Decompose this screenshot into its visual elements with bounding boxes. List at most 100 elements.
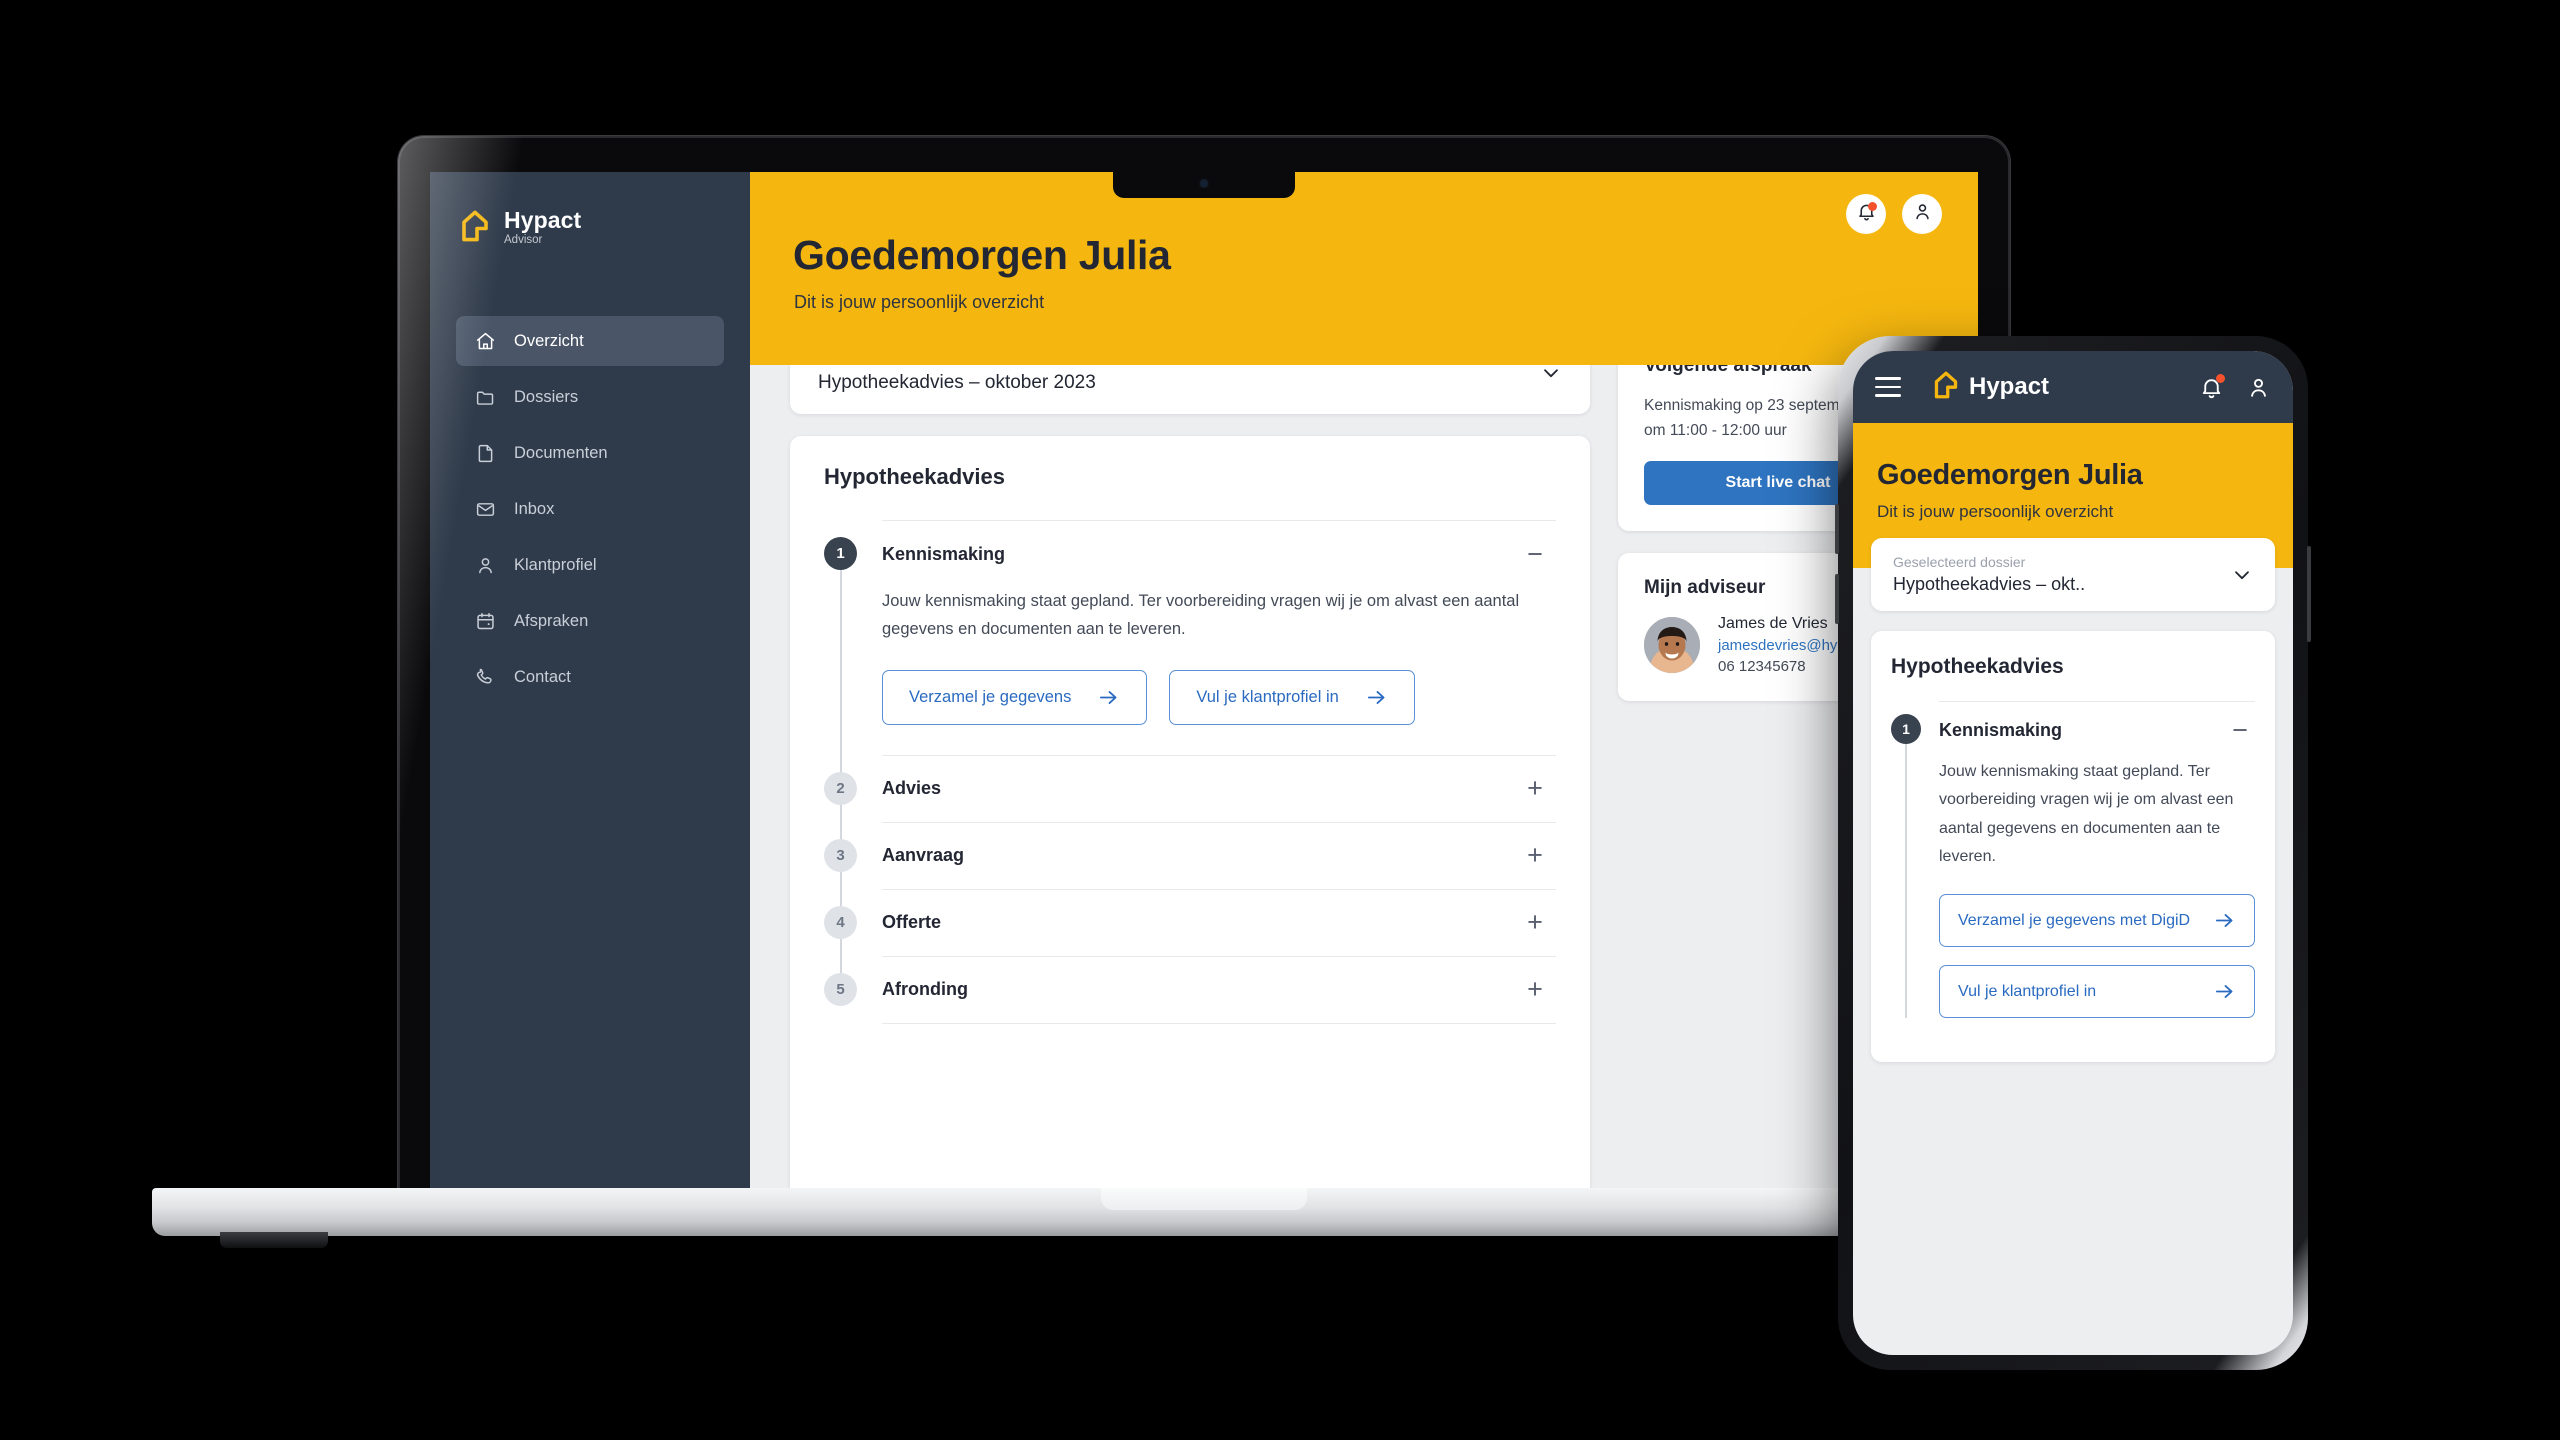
sidebar-item-dossiers[interactable]: Dossiers: [456, 372, 724, 422]
step-header[interactable]: Kennismaking −: [1939, 702, 2255, 758]
step-number-badge: 3: [824, 838, 857, 872]
collapse-toggle-icon[interactable]: −: [2229, 716, 2251, 744]
avatar: [1644, 617, 1700, 674]
sidebar-item-label: Klantprofiel: [514, 555, 597, 574]
mobile-steps-list: 1 Kennismaking − Jouw kennismaking staat…: [1891, 701, 2255, 1019]
step-header[interactable]: Advies +: [882, 756, 1556, 822]
document-icon: [474, 442, 496, 464]
step-number-badge: 5: [824, 972, 857, 1006]
sidebar-item-afspraken[interactable]: Afspraken: [456, 596, 724, 646]
page-title: Goedemorgen Julia: [793, 232, 1171, 278]
page-subtitle: Dit is jouw persoonlijk overzicht: [794, 292, 1045, 312]
mobile-topbar: Hypact: [1853, 351, 2293, 423]
step-header[interactable]: Offerte +: [882, 890, 1556, 956]
step-header[interactable]: Kennismaking −: [882, 521, 1556, 587]
profile-button[interactable]: [1902, 194, 1942, 234]
user-icon: [1912, 201, 1933, 227]
sidebar-item-klantprofiel[interactable]: Klantprofiel: [456, 540, 724, 590]
button-label: Vul je klantprofiel in: [1196, 687, 1339, 706]
home-icon: [474, 330, 496, 352]
notifications-button[interactable]: [1846, 194, 1886, 234]
expand-toggle-icon[interactable]: +: [1524, 842, 1546, 869]
button-label: Verzamel je gegevens: [909, 687, 1072, 706]
brand-logo[interactable]: Hypact Advisor: [460, 208, 724, 248]
sidebar-item-label: Overzicht: [514, 331, 584, 350]
mobile-page-title: Goedemorgen Julia: [1877, 459, 2143, 491]
step-item: 1 Kennismaking − Jouw kennismaking staat…: [824, 520, 1556, 755]
step-title: Advies: [882, 778, 942, 799]
phone-screen: Hypact Goedemorgen Julia Dit is jouw per…: [1853, 351, 2293, 1355]
mobile-advice-card: Hypotheekadvies 1 Kennismaking − Jouw ke…: [1871, 631, 2275, 1063]
sidebar-item-label: Dossiers: [514, 387, 579, 406]
sidebar-item-label: Contact: [514, 667, 571, 686]
mobile-brand-name: Hypact: [1969, 373, 2050, 400]
expand-toggle-icon[interactable]: +: [1524, 976, 1546, 1003]
step-actions: Verzamel je gegevens Vul je klantprofiel: [882, 669, 1536, 725]
dossier-value: Hypotheekadvies – oktober 2023: [818, 372, 1096, 393]
button-label: Vul je klantprofiel in: [1958, 983, 2097, 1001]
chevron-down-icon[interactable]: [2231, 564, 2253, 586]
mail-icon: [474, 498, 496, 520]
laptop-foot: [220, 1232, 328, 1248]
laptop-device: Hypact Advisor Overzicht Dossiers Docume…: [152, 136, 2256, 1248]
sidebar-item-overzicht[interactable]: Overzicht: [456, 316, 724, 367]
sidebar-item-contact[interactable]: Contact: [456, 652, 724, 702]
phone-volume-up-button[interactable]: [1835, 504, 1839, 554]
phone-volume-down-button[interactable]: [1835, 574, 1839, 624]
hamburger-menu-icon[interactable]: [1875, 374, 1901, 400]
phone-icon: [474, 666, 496, 688]
step-item: 1 Kennismaking − Jouw kennismaking staat…: [1891, 701, 2255, 1019]
step-item: 3 Aanvraag +: [824, 821, 1556, 889]
notification-badge-dot: [2216, 373, 2225, 383]
step-item: 5 Afronding +: [824, 955, 1556, 1024]
step-number-badge: 4: [824, 905, 857, 939]
mobile-dossier-selector[interactable]: Geselecteerd dossier Hypotheekadvies – o…: [1871, 538, 2275, 611]
main-content: Goedemorgen Julia Dit is jouw persoonlij…: [750, 172, 1978, 1198]
fill-profile-button[interactable]: Vul je klantprofiel in: [1169, 669, 1415, 725]
sidebar-item-documenten[interactable]: Documenten: [456, 428, 724, 478]
sidebar-item-label: Documenten: [514, 443, 608, 462]
house-logo-icon: [460, 209, 490, 248]
bell-icon[interactable]: [2199, 373, 2225, 400]
header-icon-group: [1846, 194, 1942, 234]
advice-title: Hypotheekadvies: [824, 464, 1005, 489]
folder-icon: [474, 386, 496, 408]
step-title: Afronding: [882, 979, 968, 1000]
collapse-toggle-icon[interactable]: −: [1524, 540, 1546, 568]
dossier-value: Hypotheekadvies – okt..: [1893, 574, 2086, 594]
collect-data-button[interactable]: Verzamel je gegevens: [882, 669, 1148, 725]
arrow-right-icon: [2213, 909, 2236, 932]
steps-list: 1 Kennismaking − Jouw kennismaking staat…: [824, 520, 1556, 1024]
step-description: Jouw kennismaking staat gepland. Ter voo…: [882, 592, 1520, 639]
sidebar-item-inbox[interactable]: Inbox: [456, 484, 724, 534]
fill-profile-button[interactable]: Vul je klantprofiel in: [1939, 965, 2255, 1019]
mobile-brand-logo[interactable]: Hypact: [1933, 370, 2049, 405]
step-header[interactable]: Aanvraag +: [882, 823, 1556, 889]
step-number-badge: 1: [1891, 714, 1921, 744]
user-icon[interactable]: [2246, 375, 2271, 400]
expand-toggle-icon[interactable]: +: [1524, 909, 1546, 936]
house-logo-icon: [1933, 370, 1959, 405]
content-columns: Geselecteerd dossier Hypotheekadvies – o…: [750, 331, 1978, 1198]
button-label: Verzamel je gegevens met DigiD: [1958, 911, 2191, 929]
desktop-app: Hypact Advisor Overzicht Dossiers Docume…: [430, 172, 1978, 1198]
step-number-badge: 2: [824, 771, 857, 805]
laptop-screen: Hypact Advisor Overzicht Dossiers Docume…: [430, 172, 1978, 1198]
expand-toggle-icon[interactable]: +: [1524, 775, 1546, 802]
step-item: 4 Offerte +: [824, 888, 1556, 956]
sidebar-item-label: Inbox: [514, 499, 555, 518]
steps-rail: [1905, 727, 1907, 1019]
notification-badge-dot: [1868, 202, 1877, 211]
arrow-right-icon: [1365, 686, 1388, 709]
brand-subtitle: Advisor: [504, 234, 543, 247]
screenshot-stage: Hypact Advisor Overzicht Dossiers Docume…: [0, 0, 2560, 1440]
step-header[interactable]: Afronding +: [882, 957, 1556, 1023]
advice-card: Hypotheekadvies 1 Kennismaking − Jouw ke…: [790, 436, 1590, 1198]
step-title: Kennismaking: [882, 543, 1006, 564]
mobile-scroll-area[interactable]: Geselecteerd dossier Hypotheekadvies – o…: [1853, 538, 2293, 1063]
step-title: Kennismaking: [1939, 719, 2063, 740]
step-title: Offerte: [882, 912, 942, 933]
collect-data-button[interactable]: Verzamel je gegevens met DigiD: [1939, 893, 2255, 948]
phone-power-button[interactable]: [2307, 546, 2311, 642]
mobile-page-subtitle: Dit is jouw persoonlijk overzicht: [1877, 502, 2114, 521]
